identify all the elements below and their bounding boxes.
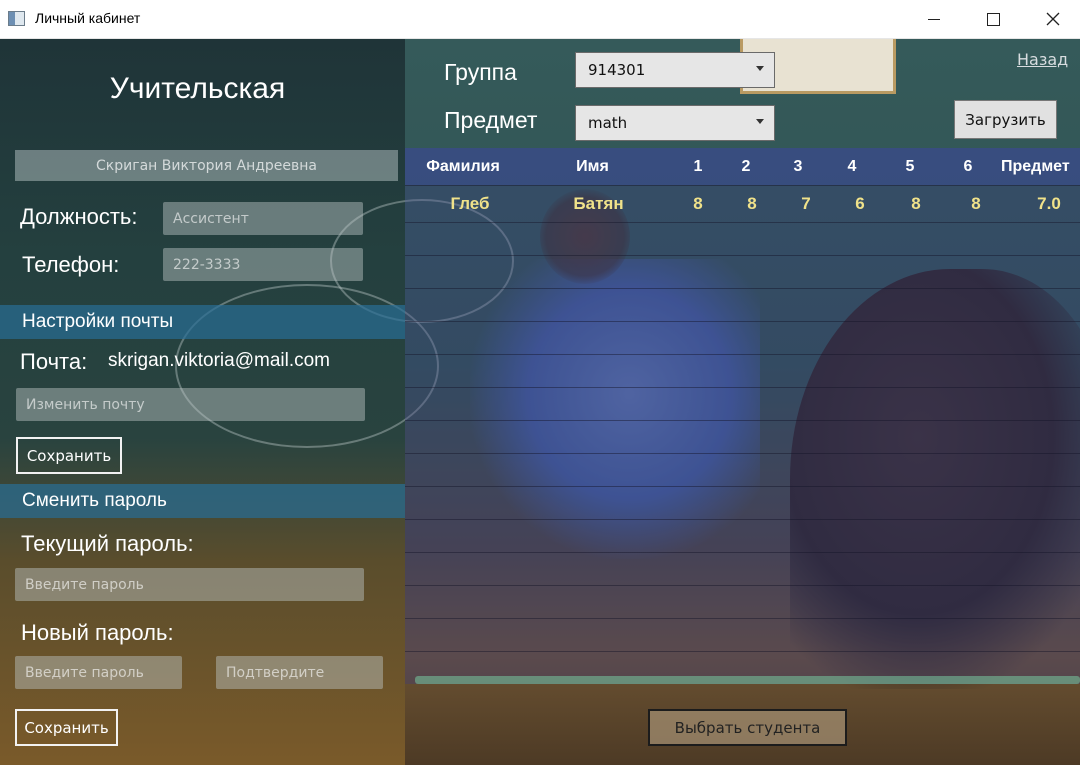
table-row[interactable] <box>405 255 1080 288</box>
column-header[interactable]: 3 <box>773 148 823 185</box>
table-row[interactable] <box>405 552 1080 585</box>
maximize-button[interactable] <box>963 0 1023 38</box>
table-cell: 7.0 <box>1037 194 1061 213</box>
minimize-icon <box>928 18 940 20</box>
table-cell: 8 <box>911 194 921 213</box>
page-title: Учительская <box>109 72 286 105</box>
current-password-input[interactable]: Введите пароль <box>15 568 364 601</box>
app-icon <box>8 11 25 26</box>
horizontal-scrollbar[interactable] <box>415 676 1080 684</box>
position-field[interactable]: Ассистент <box>163 202 363 235</box>
column-header[interactable]: 6 <box>943 148 993 185</box>
table-row[interactable] <box>405 222 1080 255</box>
table-row[interactable] <box>405 420 1080 453</box>
confirm-password-input[interactable]: Подтвердите <box>216 656 383 689</box>
close-icon <box>1046 12 1060 26</box>
subject-label: Предмет <box>444 107 538 133</box>
group-select-value: 914301 <box>588 61 646 79</box>
table-row[interactable] <box>405 618 1080 651</box>
table-row[interactable] <box>405 387 1080 420</box>
close-button[interactable] <box>1023 0 1080 38</box>
mail-label: Почта: <box>20 349 88 374</box>
current-password-label: Текущий пароль: <box>21 531 194 556</box>
change-password-header: Сменить пароль <box>0 484 405 518</box>
table-row[interactable] <box>405 354 1080 387</box>
minimize-button[interactable] <box>904 0 964 38</box>
save-mail-button[interactable]: Сохранить <box>16 437 122 474</box>
subject-select[interactable]: math <box>575 105 775 141</box>
table-row[interactable] <box>405 288 1080 321</box>
new-password-input[interactable]: Введите пароль <box>15 656 182 689</box>
table-cell: 8 <box>693 194 703 213</box>
chevron-down-icon <box>756 119 764 124</box>
new-password-label: Новый пароль: <box>21 620 174 645</box>
mail-value: skrigan.viktoria@mail.com <box>108 350 331 371</box>
load-button[interactable]: Загрузить <box>954 100 1057 139</box>
table-row[interactable] <box>405 486 1080 519</box>
table-row[interactable] <box>405 321 1080 354</box>
maximize-icon <box>986 12 1000 26</box>
subject-select-value: math <box>588 114 628 132</box>
change-mail-input[interactable]: Изменить почту <box>16 388 365 421</box>
column-header[interactable]: 4 <box>827 148 877 185</box>
window-title: Личный кабинет <box>35 10 141 26</box>
table-row[interactable]: Глеб Батян 8 8 7 6 8 8 7.0 <box>405 185 1080 222</box>
chevron-down-icon <box>756 66 764 71</box>
select-student-button[interactable]: Выбрать студента <box>648 709 847 746</box>
grades-table: Фамилия Имя 1 2 3 4 5 6 Предмет Глеб Бат… <box>405 148 1080 684</box>
column-header[interactable]: Имя <box>555 148 630 185</box>
phone-field[interactable]: 222-3333 <box>163 248 363 281</box>
column-header[interactable]: 2 <box>721 148 771 185</box>
group-label: Группа <box>444 59 517 85</box>
table-cell: 6 <box>855 194 865 213</box>
table-row[interactable] <box>405 585 1080 618</box>
table-cell: Батян <box>573 194 624 213</box>
teacher-name-display: Скриган Виктория Андреевна <box>15 150 398 181</box>
table-cell: 8 <box>971 194 981 213</box>
column-header[interactable]: 1 <box>673 148 723 185</box>
table-cell: 7 <box>801 194 811 213</box>
save-password-button[interactable]: Сохранить <box>15 709 118 746</box>
column-header[interactable]: Предмет <box>1001 148 1080 185</box>
back-link[interactable]: Назад <box>1017 50 1068 69</box>
mail-settings-header: Настройки почты <box>0 305 405 339</box>
position-label: Должность: <box>20 204 138 229</box>
phone-label: Телефон: <box>22 252 120 277</box>
table-header: Фамилия Имя 1 2 3 4 5 6 Предмет <box>405 148 1080 185</box>
table-row[interactable] <box>405 453 1080 486</box>
group-select[interactable]: 914301 <box>575 52 775 88</box>
window-titlebar: Личный кабинет <box>0 0 1080 39</box>
table-row[interactable] <box>405 519 1080 552</box>
column-header[interactable]: Фамилия <box>413 148 513 185</box>
table-cell: 8 <box>747 194 757 213</box>
table-cell: Глеб <box>450 194 490 213</box>
column-header[interactable]: 5 <box>885 148 935 185</box>
